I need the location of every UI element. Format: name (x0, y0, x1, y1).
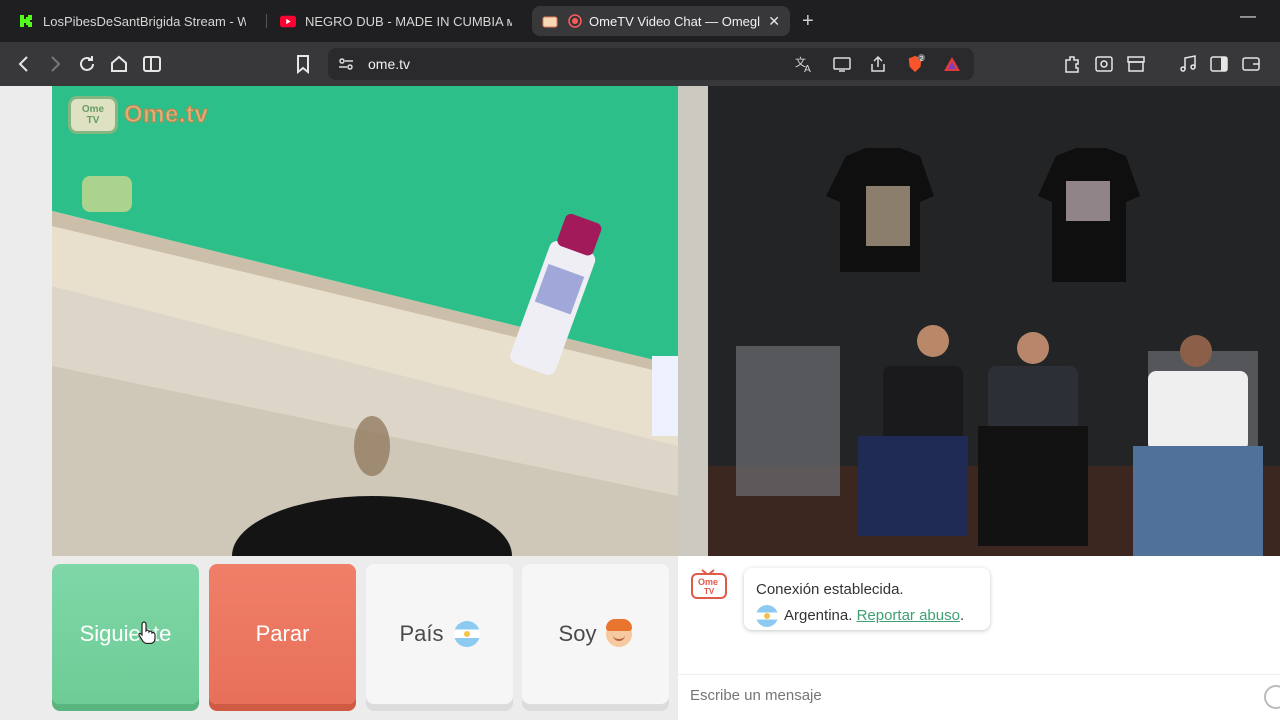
next-button[interactable]: Siguiente (52, 564, 199, 704)
boy-face-icon (606, 619, 633, 647)
home-button[interactable] (109, 54, 129, 74)
brand-name: Ome.tv (123, 101, 209, 129)
kick-icon (18, 13, 34, 29)
extensions-icon[interactable] (1062, 54, 1082, 74)
forward-button[interactable] (45, 54, 65, 74)
screenshot-icon[interactable] (1094, 54, 1114, 74)
ometv-chat-icon: Ome TV (690, 568, 728, 600)
brave-shield-icon[interactable]: 2 (906, 54, 926, 74)
hand-cursor-icon (138, 621, 156, 644)
translate-icon[interactable]: 文A (794, 54, 814, 74)
tab-separator (266, 14, 267, 28)
reload-button[interactable] (77, 54, 97, 74)
remote-video-frame (678, 86, 1280, 556)
ometv-icon (542, 13, 558, 29)
archive-icon[interactable] (1126, 54, 1146, 74)
report-abuse-link[interactable]: Reportar abuso (857, 607, 960, 624)
connection-status: Conexión establecida. (756, 581, 904, 598)
tv-logo-icon: Ome TV (68, 96, 118, 134)
next-button-label: Siguiente (79, 621, 172, 646)
gender-button[interactable]: Soy (522, 564, 669, 704)
minimize-window-button[interactable]: — (1240, 8, 1256, 26)
tab-title: OmeTV Video Chat — Omegl (589, 13, 760, 29)
svg-text:TV: TV (704, 587, 715, 596)
tab-strip: LosPibesDeSantBrigida Stream - Wat NEGRO… (0, 0, 1280, 42)
site-settings-icon[interactable] (336, 54, 356, 74)
partner-country-line: Argentina. Reportar abuso. (756, 603, 978, 629)
gender-button-label: Soy (558, 621, 597, 646)
browser-toolbar: ome.tv 文A 2 (0, 42, 1280, 86)
report-suffix: . (959, 607, 965, 624)
local-video-frame (52, 86, 678, 556)
emoji-icon[interactable] (1264, 685, 1280, 709)
ometv-logo: Ome TV Ome.tv (68, 96, 208, 134)
url-text: ome.tv (368, 56, 411, 72)
svg-text:Ome: Ome (698, 577, 718, 587)
country-button-label: País (399, 621, 444, 646)
svg-text:A: A (804, 64, 811, 74)
local-video: Ome TV Ome.tv (52, 86, 678, 556)
tab-title: LosPibesDeSantBrigida Stream - Wat (43, 13, 246, 29)
sidebar-toggle-icon[interactable] (142, 54, 162, 74)
argentina-flag-icon (756, 605, 778, 628)
system-message: Conexión establecida. Argentina. Reporta… (744, 568, 990, 630)
music-icon[interactable] (1178, 54, 1198, 74)
tab-title: NEGRO DUB - MADE IN CUMBIA ᴍxᴀ (305, 13, 512, 29)
share-icon[interactable] (868, 54, 888, 74)
shield-count: 2 (920, 55, 924, 62)
wallet-icon[interactable] (1241, 54, 1261, 74)
tab-ometv[interactable]: OmeTV Video Chat — Omegl ✕ (532, 6, 790, 36)
brave-rewards-icon[interactable] (942, 54, 962, 74)
partner-country: Argentina. (784, 607, 853, 624)
message-composer (678, 674, 1280, 720)
stop-button-label: Parar (255, 621, 310, 646)
tab-youtube[interactable]: NEGRO DUB - MADE IN CUMBIA ᴍxᴀ (270, 6, 522, 36)
country-button[interactable]: País (366, 564, 513, 704)
new-tab-button[interactable]: + (802, 10, 814, 33)
recording-icon (567, 13, 583, 29)
remote-video (678, 86, 1280, 556)
argentina-flag-icon (453, 621, 480, 647)
message-input[interactable] (690, 687, 1230, 704)
tab-kick-stream[interactable]: LosPibesDeSantBrigida Stream - Wat (8, 6, 256, 36)
back-button[interactable] (14, 54, 34, 74)
ometv-page: Ome TV Ome.tv Siguiente Parar País Soy O… (0, 86, 1280, 720)
chat-panel: Ome TV Conexión establecida. Argentina. … (678, 556, 1280, 720)
bookmark-icon[interactable] (293, 54, 313, 74)
stop-button[interactable]: Parar (209, 564, 356, 704)
address-bar[interactable]: ome.tv 文A 2 (328, 48, 974, 80)
close-tab-icon[interactable]: ✕ (768, 13, 780, 30)
side-panel-icon[interactable] (1209, 54, 1229, 74)
cast-icon[interactable] (832, 54, 852, 74)
youtube-icon (280, 13, 296, 29)
